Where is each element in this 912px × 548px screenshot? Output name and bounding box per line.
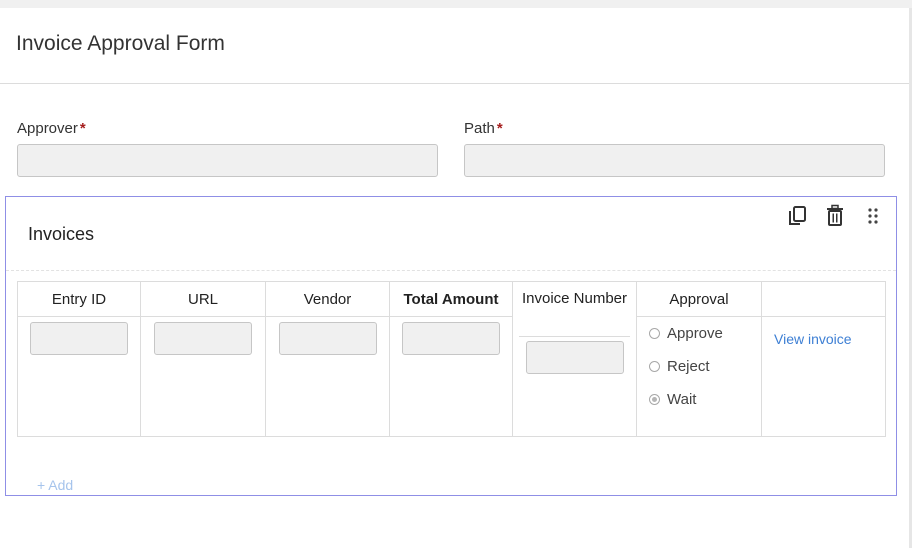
invoices-table: Entry ID URL Vendor Total Amount Invoice… xyxy=(17,281,886,437)
column-header: Invoice Number xyxy=(521,290,628,307)
approval-cell: Approve Reject Wait xyxy=(636,316,762,437)
table-header-row: Entry ID URL Vendor Total Amount Invoice… xyxy=(17,281,886,437)
radio-option-reject[interactable]: Reject xyxy=(649,350,761,383)
radio-label: Reject xyxy=(667,358,710,375)
invoice-number-wrap xyxy=(519,336,630,374)
column-header: URL xyxy=(140,281,266,317)
entry-id-cell xyxy=(17,316,141,437)
total-amount-input[interactable] xyxy=(402,322,500,355)
add-row-button[interactable]: + Add xyxy=(37,477,73,493)
vendor-cell xyxy=(265,316,390,437)
section-title: Invoices xyxy=(28,224,95,244)
radio-button[interactable] xyxy=(649,328,660,339)
link-cell: View invoice xyxy=(761,316,886,437)
radio-label: Wait xyxy=(667,391,697,408)
trash-icon[interactable] xyxy=(824,204,846,228)
radio-button[interactable] xyxy=(649,361,660,372)
total-amount-cell xyxy=(389,316,513,437)
table-row: Approve Reject Wait View invoice xyxy=(17,316,886,437)
column-header xyxy=(761,281,886,317)
radio-option-approve[interactable]: Approve xyxy=(649,317,761,350)
top-strip xyxy=(0,0,912,8)
approver-label: Approver * xyxy=(17,120,86,137)
radio-button[interactable] xyxy=(649,394,660,405)
entry-id-input[interactable] xyxy=(30,322,128,355)
column-header: Total Amount xyxy=(389,281,513,317)
required-mark: * xyxy=(79,120,86,137)
copy-icon[interactable] xyxy=(786,204,808,228)
page-title: Invoice Approval Form xyxy=(16,32,225,55)
url-input[interactable] xyxy=(154,322,252,355)
vendor-input[interactable] xyxy=(278,322,377,355)
path-label: Path * xyxy=(464,120,503,137)
radio-option-wait[interactable]: Wait xyxy=(649,383,761,416)
form-header: Invoice Approval Form xyxy=(0,8,909,84)
column-header: Vendor xyxy=(265,281,390,317)
section-divider xyxy=(6,270,896,271)
invoice-number-column: Invoice Number xyxy=(512,281,637,437)
invoice-number-input[interactable] xyxy=(525,341,624,374)
url-cell xyxy=(140,316,266,437)
column-header: Approval xyxy=(636,281,762,317)
path-input[interactable] xyxy=(464,144,885,177)
required-mark: * xyxy=(496,120,503,137)
drag-handle-icon[interactable] xyxy=(864,204,882,228)
radio-label: Approve xyxy=(667,325,723,342)
view-invoice-link[interactable]: View invoice xyxy=(774,331,885,347)
column-header: Entry ID xyxy=(17,281,141,317)
invoices-section: Invoices Entry ID URL Vendor Total Amoun… xyxy=(5,196,897,496)
approver-input[interactable] xyxy=(17,144,438,177)
